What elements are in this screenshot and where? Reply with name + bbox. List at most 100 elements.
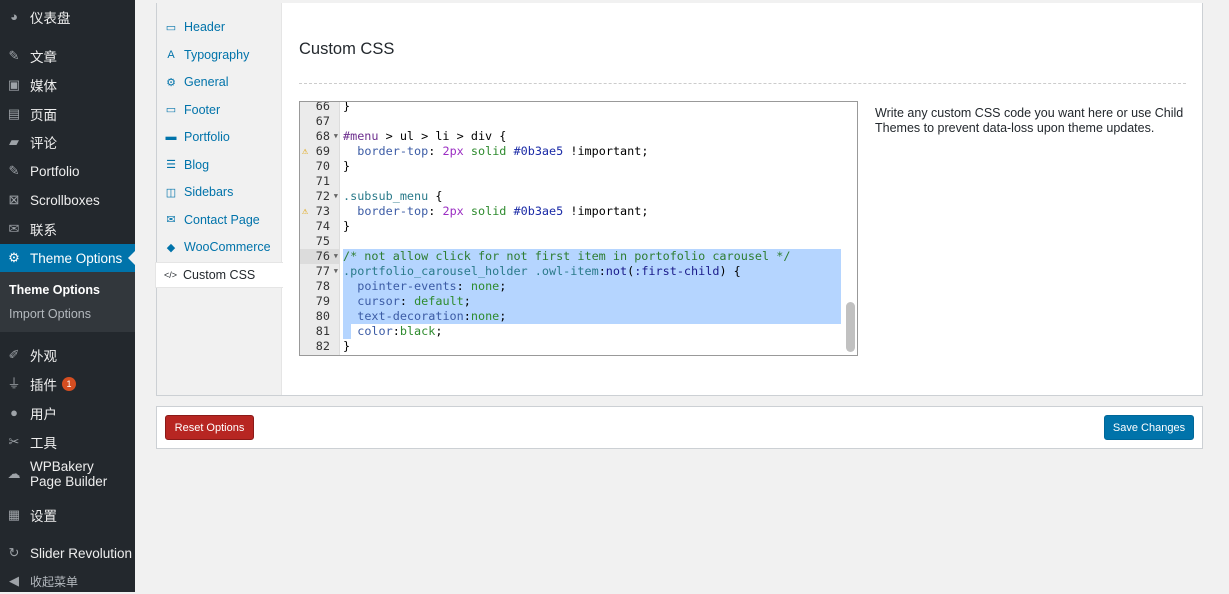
sidebar-item-label: 外观	[30, 349, 57, 364]
code-line: cursor: default;	[343, 294, 841, 309]
line-number: 80	[300, 309, 340, 324]
sidebar-item-wpbakery-page-builder[interactable]: ☁ WPBakery Page Builder	[0, 458, 135, 490]
sidebar-item-页面[interactable]: ▤ 页面	[0, 101, 135, 127]
line-number: 72 ▼	[300, 189, 340, 204]
sidebar-item-label: 媒体	[30, 79, 57, 94]
sidebar-item-scrollboxes[interactable]: ⊠ Scrollboxes	[0, 187, 135, 213]
tab-typography[interactable]: A Typography	[157, 42, 283, 68]
line-number: 74	[300, 219, 340, 234]
list-icon: ☰	[166, 159, 176, 171]
code-token: !important;	[563, 204, 649, 218]
tab-footer[interactable]: ▭ Footer	[157, 97, 283, 123]
sidebar-item-收起菜单[interactable]: ◀ 收起菜单	[0, 568, 135, 594]
submenu-item-theme-options[interactable]: Theme Options	[9, 283, 100, 297]
sidebar-item-仪表盘[interactable]: ◕ 仪表盘	[0, 4, 135, 30]
fold-arrow-icon[interactable]: ▼	[334, 129, 338, 144]
line-number: 70	[300, 159, 340, 174]
line-number-text: 74	[315, 219, 330, 233]
fold-arrow-icon[interactable]: ▼	[334, 189, 338, 204]
code-token: text-decoration	[357, 309, 464, 323]
editor-scrollbar[interactable]	[846, 302, 855, 352]
line-number-text: 81	[315, 324, 330, 338]
save-changes-button[interactable]: Save Changes	[1104, 415, 1194, 440]
css-code-editor[interactable]: 66 67 68 ▼ 69 ⚠ 70 71 72 ▼ 73 ⚠ 74 75 76 ▼ 77 ▼ 78 79 80 81 82…	[299, 101, 858, 356]
envelope-icon: ✉	[166, 214, 176, 226]
monitor-icon: ▭	[165, 21, 177, 34]
sidebar-item-portfolio[interactable]: ✎ Portfolio	[0, 158, 135, 184]
code-token: black	[399, 324, 436, 338]
tag-icon: ◆	[166, 241, 176, 254]
reset-options-button[interactable]: Reset Options	[165, 415, 254, 440]
code-token: /* not allow click for not first item in…	[343, 249, 791, 263]
sidebar-item-插件[interactable]: ⏚ 插件 1	[0, 371, 135, 397]
field-description: Write any custom CSS code you want here …	[875, 106, 1184, 135]
sidebar-item-label: Slider Revolution	[30, 545, 133, 561]
admin-sidebar: ◕ 仪表盘 ✎ 文章 ▣ 媒体 ▤ 页面 ▰ 评论 ✎ Portfolio ⊠ Scrollboxes ✉ 联…	[0, 0, 135, 592]
sidebar-item-外观[interactable]: ✐ 外观	[0, 342, 135, 368]
code-line: }	[343, 159, 841, 174]
tab-label: General	[184, 75, 229, 89]
pin-icon: ✎	[8, 163, 20, 178]
plugin-icon: ⏚	[7, 376, 21, 391]
tab-header[interactable]: ▭ Header	[157, 14, 283, 40]
submenu-item-import-options[interactable]: Import Options	[9, 307, 91, 321]
sidebar-item-文章[interactable]: ✎ 文章	[0, 43, 135, 69]
sidebar-item-label: 页面	[30, 108, 57, 123]
sidebar-item-label: 收起菜单	[30, 574, 79, 589]
sidebar-item-工具[interactable]: ✂ 工具	[0, 429, 135, 455]
wrench-icon: ✂	[8, 434, 20, 449]
sidebar-item-label: 仪表盘	[30, 11, 71, 26]
fold-arrow-icon[interactable]: ▼	[334, 249, 338, 264]
line-number-text: 66	[315, 101, 330, 113]
tab-portfolio[interactable]: ▬ Portfolio	[157, 124, 283, 150]
tab-label: Blog	[184, 157, 210, 172]
tab-label: WooCommerce	[184, 240, 271, 254]
tab-custom-css[interactable]: </> Custom CSS	[155, 261, 283, 288]
code-token: .portfolio_carousel_holder .owl-item	[343, 264, 599, 278]
line-number: 75	[300, 234, 340, 249]
line-number: 73 ⚠	[300, 204, 340, 219]
code-token: border-top	[357, 204, 429, 218]
code-line: border-top: 2px solid #0b3ae5 !important…	[343, 144, 841, 159]
sidebar-item-label: 设置	[30, 509, 57, 524]
code-token: :	[598, 264, 606, 278]
pin-icon: ✎	[8, 48, 20, 63]
tab-sidebars[interactable]: ◫ Sidebars	[157, 179, 283, 205]
monitor-icon: ▭	[165, 104, 177, 116]
sidebar-item-theme-options[interactable]: ⚙ Theme Options	[0, 244, 135, 272]
sidebar-item-label: 联系	[30, 223, 57, 238]
code-token: ;	[463, 294, 471, 308]
mail-icon: ✉	[8, 221, 20, 236]
tab-woocommerce[interactable]: ◆ WooCommerce	[157, 234, 283, 260]
code-token: :	[456, 279, 471, 293]
tab-general[interactable]: ⚙ General	[157, 69, 283, 95]
fold-arrow-icon[interactable]: ▼	[334, 264, 338, 279]
line-number-text: 69	[315, 144, 330, 158]
tab-contact-page[interactable]: ✉ Contact Page	[157, 207, 283, 233]
code-line: color:black;	[343, 324, 442, 339]
sidebar-item-联系[interactable]: ✉ 联系	[0, 216, 135, 242]
code-token: #0b3ae5	[513, 144, 564, 158]
sidebar-item-设置[interactable]: ▦ 设置	[0, 502, 135, 528]
sidebar-item-用户[interactable]: ● 用户	[0, 400, 135, 426]
line-number: 69 ⚠	[300, 144, 340, 159]
code-token: cursor	[357, 294, 400, 308]
sidebar-item-评论[interactable]: ▰ 评论	[0, 129, 135, 155]
code-token: solid	[470, 144, 507, 158]
code-line: border-top: 2px solid #0b3ae5 !important…	[343, 204, 841, 219]
code-token: :	[463, 309, 471, 323]
sidebar-item-slider-revolution[interactable]: ↻ Slider Revolution	[0, 540, 135, 566]
sidebar-item-媒体[interactable]: ▣ 媒体	[0, 72, 135, 98]
line-number: 68 ▼	[300, 129, 340, 144]
code-token: border-top	[357, 144, 429, 158]
tab-blog[interactable]: ☰ Blog	[157, 152, 283, 178]
line-number-text: 67	[315, 114, 330, 128]
